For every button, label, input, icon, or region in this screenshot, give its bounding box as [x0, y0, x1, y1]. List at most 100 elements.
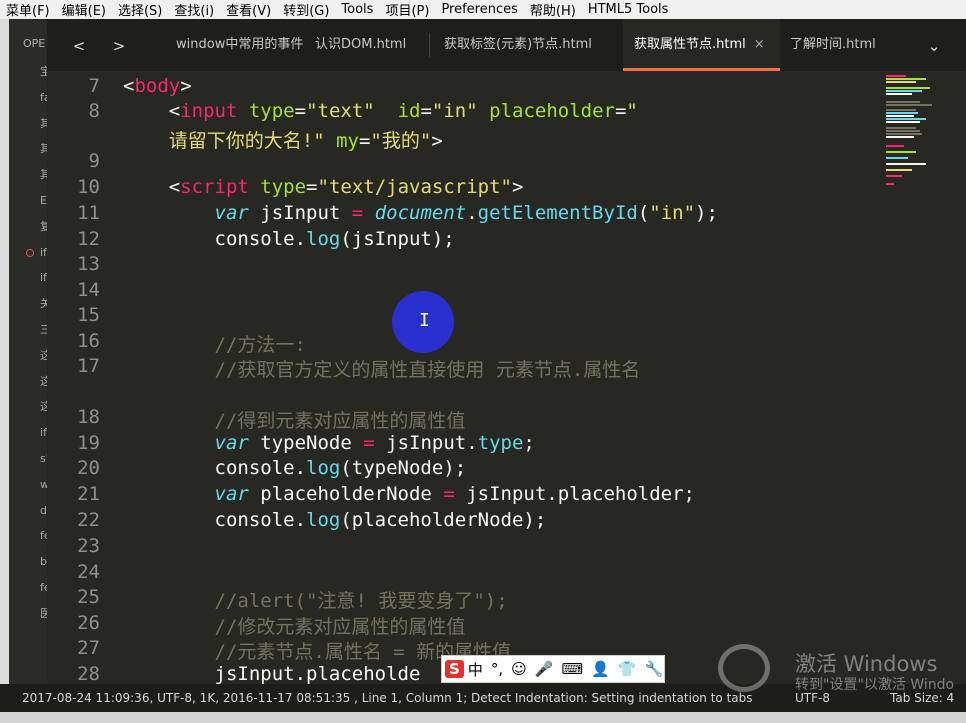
line-number: 19: [77, 432, 100, 454]
sidebar-file-item[interactable]: if: [9, 420, 47, 446]
ime-chinese-mode[interactable]: 中: [464, 659, 487, 680]
menu-item[interactable]: 转到(G): [277, 0, 335, 19]
menu-item[interactable]: 菜单(F): [0, 0, 56, 19]
code-text: //获取官方定义的属性直接使用 元素节点.属性名: [123, 355, 641, 382]
sidebar-file-item[interactable]: 其: [9, 136, 47, 162]
line-number: 28: [77, 663, 100, 685]
minimap-line: [886, 151, 916, 153]
sidebar-file-item[interactable]: 这: [9, 343, 47, 369]
sidebar-file-label: fe: [40, 529, 47, 543]
sidebar-file-item[interactable]: 宝: [9, 59, 47, 85]
ime-keyboard-icon[interactable]: ⌨: [557, 660, 587, 678]
tab-window-events[interactable]: window中常用的事件: [176, 19, 312, 71]
menu-item[interactable]: 查看(V): [220, 0, 277, 19]
sidebar-file-item[interactable]: 三: [9, 317, 47, 343]
sidebar-file-item[interactable]: fe: [9, 575, 47, 601]
code-token: .: [466, 202, 478, 224]
code-token: var: [214, 202, 249, 224]
sidebar-header: OPE: [23, 37, 46, 50]
code-token: (: [637, 202, 650, 224]
sidebar-file-item[interactable]: if: [9, 240, 47, 266]
code-editor[interactable]: 7 <body> 8 <input type="text" id="in" plac…: [47, 71, 880, 691]
ime-punctuation-icon[interactable]: °,: [487, 660, 507, 678]
minimap[interactable]: [880, 71, 966, 691]
minimap-line: [886, 157, 908, 159]
tab-close-icon[interactable]: ×: [754, 37, 765, 52]
tab-label: 获取标签(元素)节点.html: [444, 37, 592, 52]
menu-item[interactable]: 帮助(H): [524, 0, 582, 19]
sidebar-file-label: 其: [40, 142, 47, 156]
code-token: console.: [123, 509, 307, 531]
code-token: =: [614, 100, 627, 122]
menu-item[interactable]: 编辑(E): [56, 0, 112, 19]
code-text: <input type="text" id="in" placeholder=": [123, 100, 638, 122]
sidebar-file-item[interactable]: s': [9, 446, 47, 472]
sidebar-file-item[interactable]: if: [9, 265, 47, 291]
code-token: script: [180, 176, 249, 198]
ime-emoji-icon[interactable]: ☺: [507, 660, 531, 678]
tab-get-element-nodes[interactable]: 获取标签(元素)节点.html: [444, 19, 604, 71]
menu-item[interactable]: 项目(P): [379, 0, 435, 19]
sidebar-file-item[interactable]: El: [9, 188, 47, 214]
tab-list-chevron-icon[interactable]: ⌄: [919, 32, 949, 60]
code-token: input: [180, 100, 238, 122]
sidebar-file-label: 其: [40, 116, 47, 130]
sidebar-file-item[interactable]: fa: [9, 85, 47, 111]
tab-label: 了解时间.html: [790, 37, 876, 52]
line-number: 23: [77, 535, 100, 557]
tab-back-button[interactable]: <: [64, 32, 94, 60]
sidebar-file-item[interactable]: 复: [9, 214, 47, 240]
code-token: //alert("注意! 我要变身了");: [123, 590, 508, 612]
sidebar-file-label: 复: [40, 219, 47, 233]
code-token: type: [237, 100, 295, 122]
tab-get-attribute-nodes[interactable]: 获取属性节点.html ×: [623, 19, 780, 71]
tab-separator: [429, 33, 430, 57]
ime-tools-icon[interactable]: 🔧: [640, 660, 667, 678]
code-text: //得到元素对应属性的属性值: [123, 406, 466, 433]
window-edge: [0, 19, 9, 701]
code-token: (typeNode);: [340, 457, 467, 479]
code-token: typeNode: [248, 432, 364, 454]
sidebar-file-item[interactable]: b: [9, 549, 47, 575]
open-files-sidebar: OPE 宝fa其其其El复ifif关三这这这ifs'wdfebfe医: [9, 19, 47, 701]
ime-voice-icon[interactable]: 🎤: [531, 660, 558, 678]
ime-skin-icon[interactable]: 👕: [614, 660, 641, 678]
code-token: body: [134, 75, 181, 97]
line-number: 21: [77, 483, 100, 505]
code-token: >: [431, 130, 443, 152]
menu-item[interactable]: 查找(i): [168, 0, 220, 19]
code-token: type: [477, 432, 524, 454]
sidebar-file-item[interactable]: 其: [9, 111, 47, 137]
sidebar-file-label: 关: [40, 297, 47, 311]
menu-item[interactable]: Preferences: [435, 2, 523, 17]
menu-item[interactable]: HTML5 Tools: [582, 2, 675, 17]
code-token: //得到元素对应属性的属性值: [123, 410, 466, 432]
sidebar-file-item[interactable]: 关: [9, 291, 47, 317]
menu-item[interactable]: Tools: [335, 2, 379, 17]
minimap-line: [886, 109, 916, 111]
sidebar-file-item[interactable]: 这: [9, 369, 47, 395]
line-number: 24: [77, 561, 100, 583]
sidebar-file-label: 这: [40, 374, 47, 388]
line-number: 18: [77, 406, 100, 428]
tab-forward-button[interactable]: >: [104, 32, 134, 60]
code-token: var: [214, 483, 249, 505]
sidebar-file-item[interactable]: 其: [9, 162, 47, 188]
code-text: <body>: [123, 75, 192, 97]
sidebar-file-item[interactable]: fe: [9, 523, 47, 549]
sidebar-file-item[interactable]: 医: [9, 601, 47, 627]
sidebar-file-item[interactable]: 这: [9, 394, 47, 420]
line-number: 16: [77, 330, 100, 352]
tab-time[interactable]: 了解时间.html: [790, 19, 900, 71]
minimap-line: [886, 175, 902, 177]
code-token: <: [123, 100, 181, 122]
sogou-logo-icon[interactable]: S: [445, 660, 464, 678]
sidebar-file-label: 医: [40, 606, 47, 620]
ime-user-icon[interactable]: 👤: [587, 660, 614, 678]
sidebar-file-item[interactable]: w: [9, 472, 47, 498]
minimap-line: [886, 163, 926, 165]
tab-dom-intro[interactable]: 认识DOM.html: [315, 19, 427, 71]
sidebar-file-item[interactable]: d: [9, 498, 47, 524]
menu-item[interactable]: 选择(S): [112, 0, 168, 19]
